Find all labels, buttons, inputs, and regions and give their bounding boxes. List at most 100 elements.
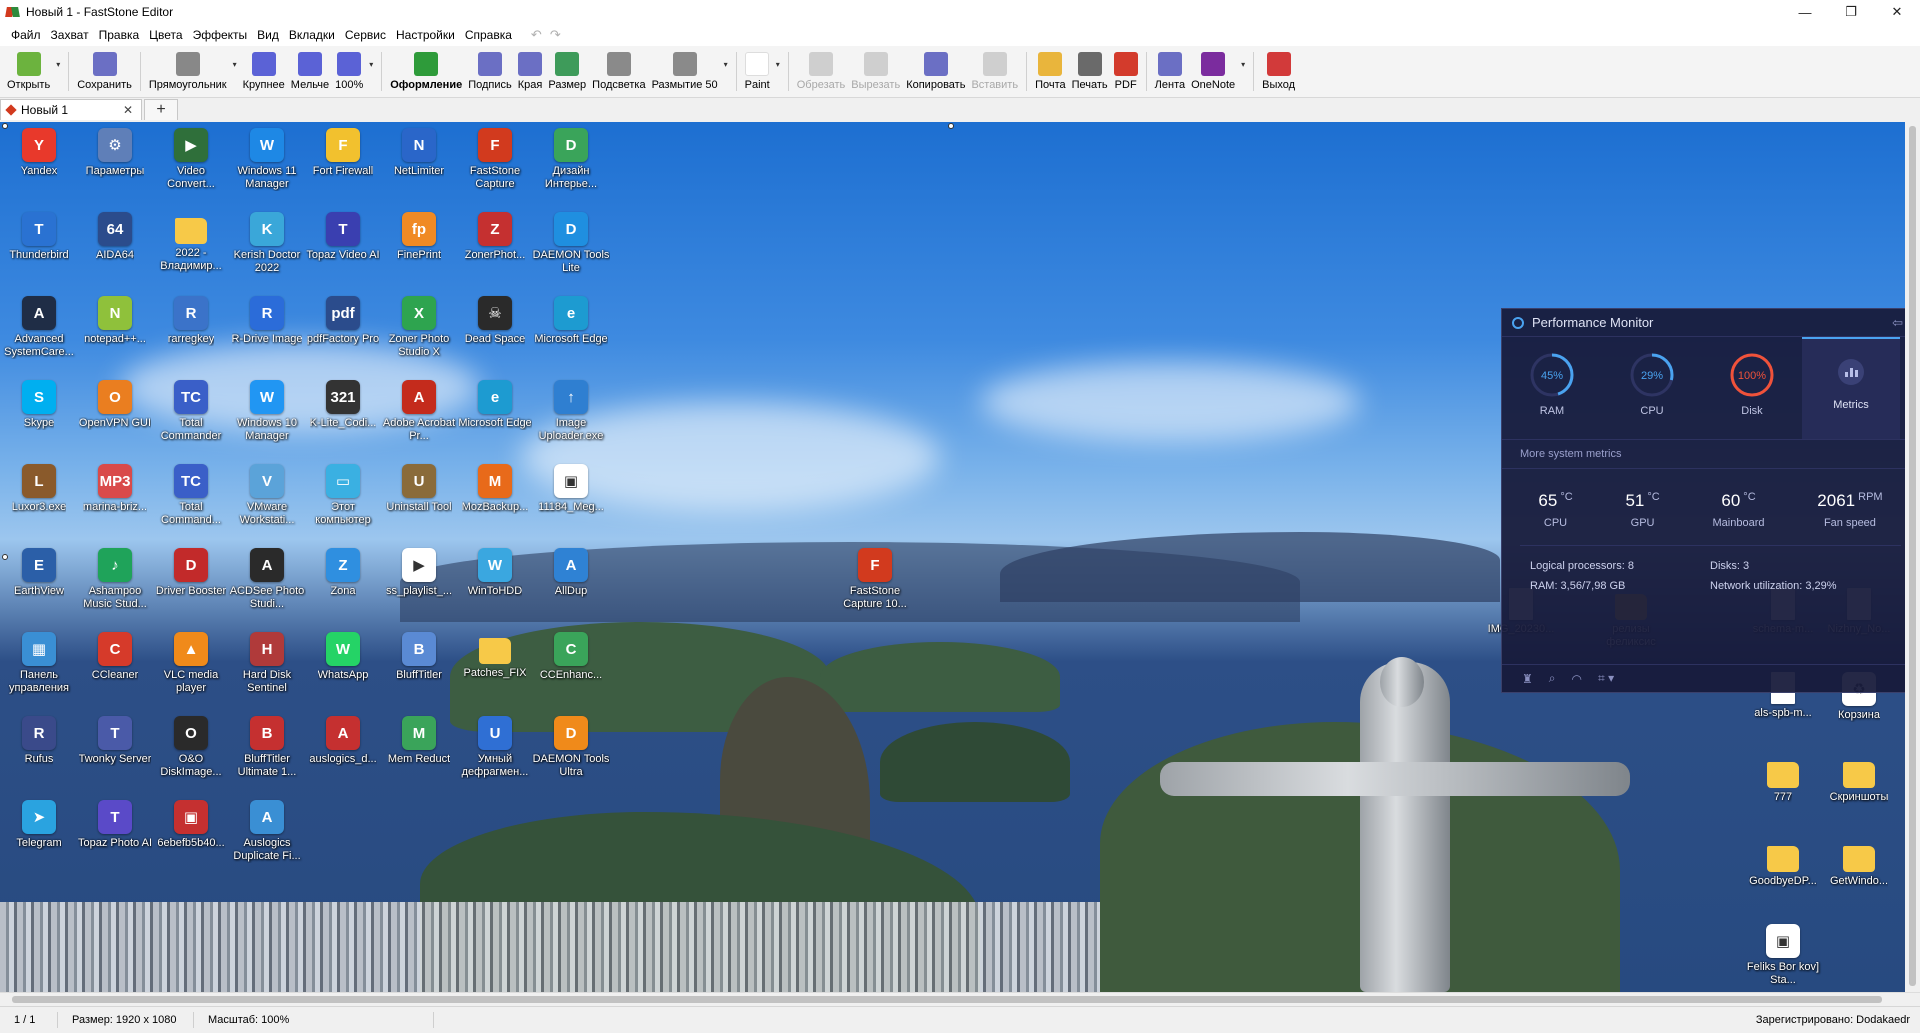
desktop-icon[interactable]: e Microsoft Edge: [456, 380, 534, 430]
desktop-icon[interactable]: TC Total Command...: [152, 464, 230, 527]
desktop-icon[interactable]: ⚙ Параметры: [76, 128, 154, 178]
desktop-icon[interactable]: D Дизайн Интерье...: [532, 128, 610, 191]
desktop-icon[interactable]: E EarthView: [0, 548, 78, 598]
desktop-icon[interactable]: C CCleaner: [76, 632, 154, 682]
minimize-button[interactable]: —: [1782, 0, 1828, 24]
rectangle-button[interactable]: Прямоугольник ▾: [146, 46, 237, 97]
desktop-icon[interactable]: M Mem Reduct: [380, 716, 458, 766]
desktop-icon[interactable]: B BluffTitler Ultimate 1...: [228, 716, 306, 779]
desktop-icon[interactable]: 64 AIDA64: [76, 212, 154, 262]
desktop-icon[interactable]: MP3 marina-briz...: [76, 464, 154, 514]
ribbon-button[interactable]: Лента: [1152, 46, 1188, 97]
draw-button[interactable]: Оформление: [387, 46, 465, 97]
exit-button[interactable]: Выход: [1259, 46, 1298, 97]
maximize-button[interactable]: ❐: [1828, 0, 1874, 24]
desktop-icon[interactable]: 777: [1744, 756, 1822, 804]
image-canvas[interactable]: Y Yandex ⚙ Параметры ▶ Video Convert... W Windo…: [0, 122, 1905, 992]
desktop-icon[interactable]: ▣ 11184_Meg...: [532, 464, 610, 514]
desktop-icon[interactable]: V VMware Workstati...: [228, 464, 306, 527]
paste-button[interactable]: Вставить: [968, 46, 1021, 97]
caption-button[interactable]: Подпись: [465, 46, 515, 97]
back-arrow-icon[interactable]: ⇦: [1892, 315, 1903, 331]
menu-capture[interactable]: Захват: [46, 24, 94, 46]
menu-edit[interactable]: Правка: [94, 24, 145, 46]
desktop-icon[interactable]: A Advanced SystemCare...: [0, 296, 78, 359]
rocket-icon[interactable]: ♜: [1522, 672, 1533, 686]
resize-handle[interactable]: [948, 123, 954, 129]
desktop-icon[interactable]: Rrarregkey: [152, 296, 230, 346]
desktop-icon[interactable]: fp FinePrint: [380, 212, 458, 262]
desktop-icon[interactable]: W WhatsApp: [304, 632, 382, 682]
dropdown-arrow-icon[interactable]: ▾: [1241, 60, 1245, 69]
desktop-icon[interactable]: Z ZonerPhot...: [456, 212, 534, 262]
desktop-icon[interactable]: 2022 - Владимир...: [152, 212, 230, 273]
desktop-icon[interactable]: Nnotepad++...: [76, 296, 154, 346]
desktop-icon[interactable]: ▦ Панель управления: [0, 632, 78, 695]
desktop-icon[interactable]: Z Zona: [304, 548, 382, 598]
desktop-icon[interactable]: T Topaz Photo AI: [76, 800, 154, 850]
desktop-icon[interactable]: T Topaz Video AI: [304, 212, 382, 262]
close-tab-icon[interactable]: ✕: [123, 103, 133, 117]
desktop-icon[interactable]: O O&O DiskImage...: [152, 716, 230, 779]
email-button[interactable]: Почта: [1032, 46, 1069, 97]
desktop-icon[interactable]: ▣ Feliks Bor kov] Sta...: [1744, 924, 1822, 987]
desktop-icon[interactable]: W Windows 10 Manager: [228, 380, 306, 443]
desktop-icon[interactable]: Aauslogics_d...: [304, 716, 382, 766]
desktop-icon[interactable]: R R-Drive Image: [228, 296, 306, 346]
desktop-icon[interactable]: ▶ Video Convert...: [152, 128, 230, 191]
desktop-icon[interactable]: Y Yandex: [0, 128, 78, 178]
desktop-icon[interactable]: U Uninstall Tool: [380, 464, 458, 514]
desktop-icon[interactable]: M MozBackup...: [456, 464, 534, 514]
desktop-icon[interactable]: A AllDup: [532, 548, 610, 598]
desktop-icon[interactable]: D DAEMON Tools Ultra: [532, 716, 610, 779]
desktop-icon[interactable]: A Auslogics Duplicate Fi...: [228, 800, 306, 863]
gauge-disk[interactable]: 100% Disk: [1702, 337, 1802, 439]
tab-new-1[interactable]: Новый 1 ✕: [0, 99, 142, 120]
add-tab-button[interactable]: +: [144, 99, 178, 120]
zoom-out-button[interactable]: Мельче: [288, 46, 332, 97]
close-button[interactable]: ✕: [1874, 0, 1920, 24]
pdf-button[interactable]: PDF: [1111, 46, 1141, 97]
dropdown-arrow-icon[interactable]: ▾: [233, 60, 237, 69]
desktop-icon[interactable]: H Hard Disk Sentinel: [228, 632, 306, 695]
menu-effects[interactable]: Эффекты: [188, 24, 253, 46]
scrollbar-thumb[interactable]: [1909, 126, 1916, 986]
desktop-icon[interactable]: ▣ 6ebefb5b40...: [152, 800, 230, 850]
menu-tools[interactable]: Сервис: [340, 24, 391, 46]
redo-icon[interactable]: ↷: [550, 27, 561, 43]
more-system-metrics-link[interactable]: More system metrics: [1502, 440, 1905, 469]
desktop-icon[interactable]: ▲ VLC media player: [152, 632, 230, 695]
menu-help[interactable]: Справка: [460, 24, 517, 46]
onenote-button[interactable]: OneNote ▾: [1188, 46, 1245, 97]
search-icon[interactable]: ⌕: [1549, 671, 1556, 686]
vertical-scrollbar[interactable]: [1905, 122, 1920, 992]
dropdown-arrow-icon[interactable]: ▾: [369, 60, 373, 69]
desktop-icon[interactable]: C CCEnhanc...: [532, 632, 610, 682]
desktop-icon[interactable]: TC Total Commander: [152, 380, 230, 443]
desktop-icon[interactable]: F FastStone Capture 10...: [836, 548, 914, 611]
desktop-icon[interactable]: T Twonky Server: [76, 716, 154, 766]
desktop-icon[interactable]: F FastStone Capture: [456, 128, 534, 191]
desktop-icon[interactable]: ➤ Telegram: [0, 800, 78, 850]
desktop-icon[interactable]: N NetLimiter: [380, 128, 458, 178]
desktop-icon[interactable]: R Rufus: [0, 716, 78, 766]
copy-button[interactable]: Копировать: [903, 46, 968, 97]
desktop-icon[interactable]: X Zoner Photo Studio X: [380, 296, 458, 359]
spotlight-button[interactable]: Подсветка: [589, 46, 648, 97]
desktop-icon[interactable]: Скриншоты: [1820, 756, 1898, 804]
cut-button[interactable]: Вырезать: [848, 46, 903, 97]
menu-view[interactable]: Вид: [252, 24, 284, 46]
metrics-tab[interactable]: Metrics: [1802, 337, 1900, 439]
open-button[interactable]: Открыть ▾: [4, 46, 60, 97]
dropdown-arrow-icon[interactable]: ▾: [724, 60, 728, 69]
desktop-icon[interactable]: W Windows 11 Manager: [228, 128, 306, 191]
desktop-icon[interactable]: 321 K-Lite_Codi...: [304, 380, 382, 430]
desktop-icon[interactable]: ♪ Ashampoo Music Stud...: [76, 548, 154, 611]
undo-icon[interactable]: ↶: [531, 27, 542, 43]
desktop-icon[interactable]: Patches_FIX: [456, 632, 534, 680]
desktop-icon[interactable]: S Skype: [0, 380, 78, 430]
crop-icon[interactable]: ⌗ ▾: [1598, 671, 1614, 686]
desktop-icon[interactable]: ▭ Этот компьютер: [304, 464, 382, 527]
menu-settings[interactable]: Настройки: [391, 24, 460, 46]
speed-icon[interactable]: ◠: [1572, 672, 1582, 686]
